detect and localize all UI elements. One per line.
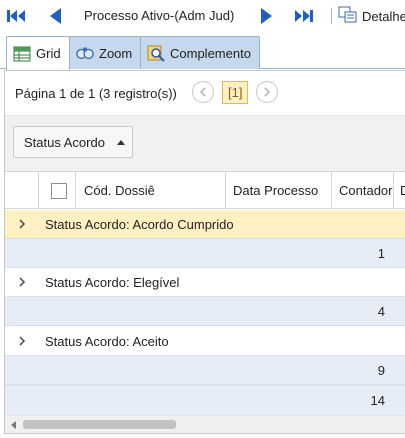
column-header-label: Contador xyxy=(339,183,393,198)
tab-bar: Grid Zoom Complemento xyxy=(0,32,405,70)
group-count: 9 xyxy=(377,363,385,378)
grid-icon xyxy=(13,45,31,63)
previous-record-icon[interactable] xyxy=(44,5,68,27)
complement-icon xyxy=(147,44,165,62)
group-by-panel: Status Acordo xyxy=(5,115,405,171)
group-label: Status Acordo: Elegível xyxy=(45,274,180,290)
group-label: Status Acordo: Aceito xyxy=(45,333,169,349)
column-header-contador[interactable]: Contador xyxy=(331,172,393,209)
horizontal-scrollbar[interactable] xyxy=(5,415,405,433)
tab-complemento[interactable]: Complemento xyxy=(140,36,260,69)
detail-icon xyxy=(338,6,358,27)
last-record-icon[interactable] xyxy=(292,5,316,27)
data-grid: Página 1 de 1 (3 registro(s)) [1] Status… xyxy=(4,70,405,434)
group-row[interactable]: Status Acordo: Acordo Cumprido xyxy=(5,210,405,238)
group-by-chip-label: Status Acordo xyxy=(24,134,105,150)
pager-previous-button[interactable] xyxy=(192,81,214,103)
group-summary-row: 9 xyxy=(5,355,405,385)
detail-button[interactable]: Detalhe xyxy=(338,5,405,27)
group-summary-row: 1 xyxy=(5,238,405,268)
zoom-icon xyxy=(76,44,94,62)
tab-grid[interactable]: Grid xyxy=(6,36,70,70)
column-header-partial[interactable]: D xyxy=(393,172,405,209)
grand-total-row: 14 xyxy=(5,385,405,415)
group-by-chip[interactable]: Status Acordo xyxy=(13,126,133,158)
tab-zoom[interactable]: Zoom xyxy=(69,36,142,69)
process-title: Processo Ativo-(Adm Jud) xyxy=(84,8,235,23)
pager-next-button[interactable] xyxy=(256,81,278,103)
tab-grid-label: Grid xyxy=(36,46,61,61)
detail-button-label: Detalhe xyxy=(362,8,405,24)
tab-zoom-label: Zoom xyxy=(99,45,133,61)
select-all-checkbox[interactable] xyxy=(51,182,67,199)
sort-ascending-icon xyxy=(116,139,125,145)
column-header-label: Cód. Dossiê xyxy=(84,183,155,198)
grand-total-count: 14 xyxy=(370,393,385,408)
expand-group-icon[interactable] xyxy=(5,277,38,287)
tab-complemento-label: Complemento xyxy=(170,45,251,61)
grid-header: Cód. Dossiê Data Processo Contador D xyxy=(5,171,405,209)
next-record-icon[interactable] xyxy=(254,5,278,27)
toolbar-separator xyxy=(331,8,332,24)
group-count: 4 xyxy=(377,304,385,319)
group-row[interactable]: Status Acordo: Elegível xyxy=(5,268,405,296)
column-header-label: Data Processo xyxy=(233,183,319,198)
group-indent-header xyxy=(5,172,38,209)
pager-current-page[interactable]: [1] xyxy=(222,81,249,104)
record-navigation-bar: Processo Ativo-(Adm Jud) Detalhe xyxy=(0,0,405,32)
group-row[interactable]: Status Acordo: Aceito xyxy=(5,327,405,355)
column-header-data-processo[interactable]: Data Processo xyxy=(225,172,331,209)
expand-group-icon[interactable] xyxy=(5,336,38,346)
scroll-left-icon[interactable] xyxy=(11,421,16,429)
scrollbar-thumb[interactable] xyxy=(23,420,176,429)
column-header-cod-dossie[interactable]: Cód. Dossiê xyxy=(75,172,225,209)
first-record-icon[interactable] xyxy=(4,5,28,27)
expand-group-icon[interactable] xyxy=(5,219,38,229)
group-count: 1 xyxy=(377,246,385,261)
column-header-label: D xyxy=(400,183,405,198)
pager: Página 1 de 1 (3 registro(s)) [1] xyxy=(5,71,405,115)
chevron-right-icon xyxy=(264,87,271,97)
chevron-left-icon xyxy=(199,87,206,97)
group-summary-row: 4 xyxy=(5,296,405,326)
pager-info: Página 1 de 1 (3 registro(s)) xyxy=(15,86,177,101)
select-all-cell xyxy=(38,172,75,209)
group-label: Status Acordo: Acordo Cumprido xyxy=(45,216,234,232)
